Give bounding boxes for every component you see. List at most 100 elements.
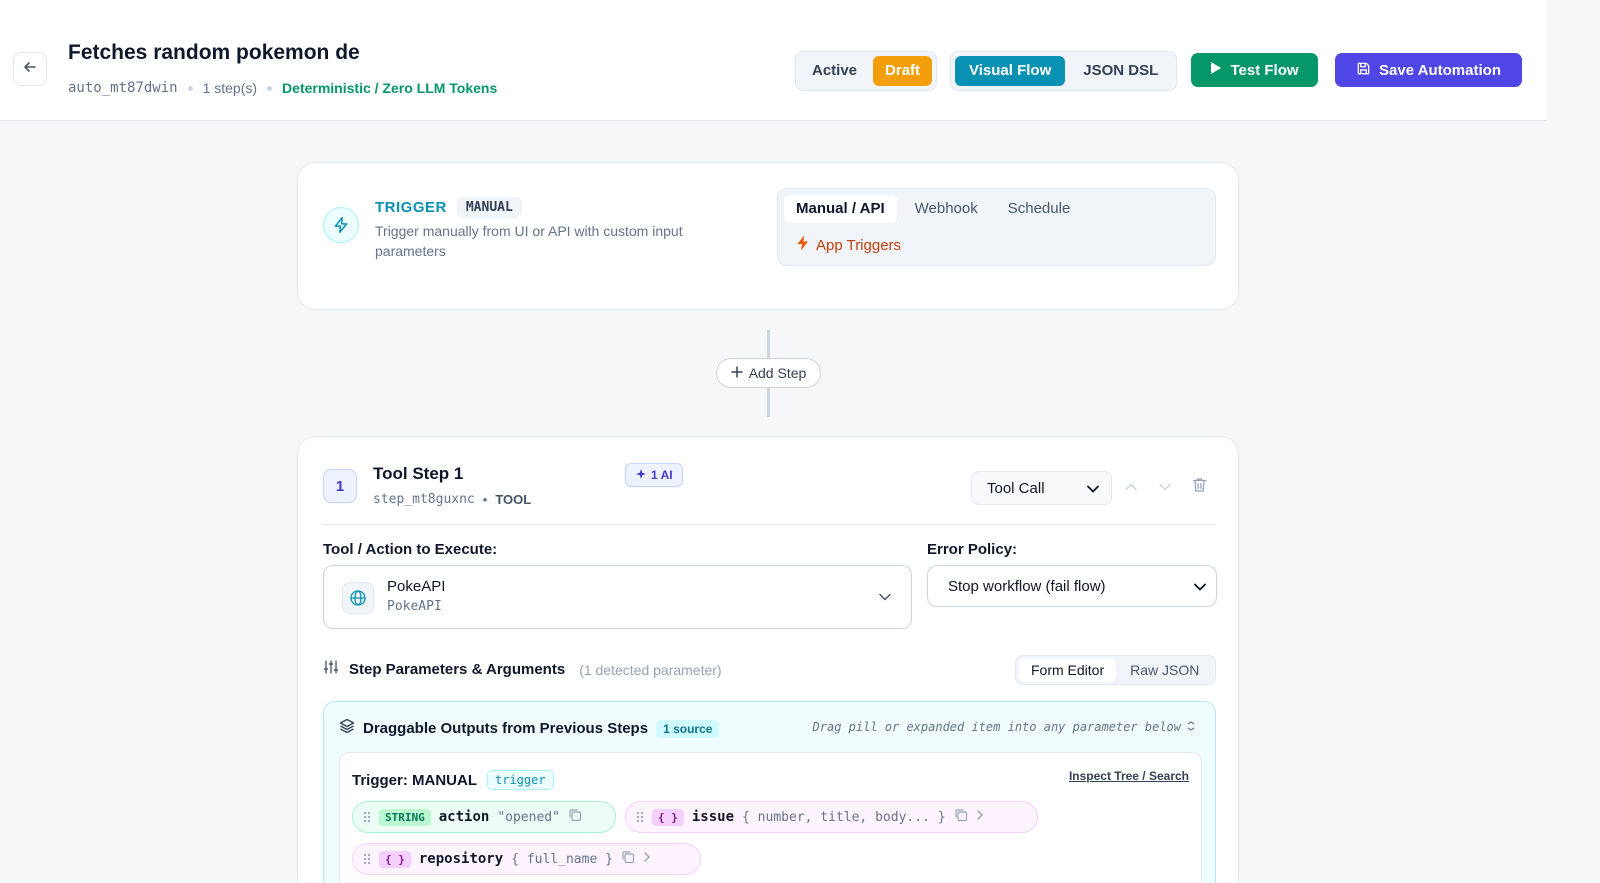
step-type-value: Tool Call xyxy=(987,479,1045,497)
tab-form-editor[interactable]: Form Editor xyxy=(1019,658,1117,682)
error-policy-label: Error Policy: xyxy=(927,541,1018,558)
move-down-button[interactable] xyxy=(1154,476,1176,498)
tool-field-label: Tool / Action to Execute: xyxy=(323,541,498,558)
drag-handle-icon[interactable] xyxy=(363,853,371,865)
move-up-button[interactable] xyxy=(1120,476,1142,498)
trigger-description: Trigger manually from UI or API with cus… xyxy=(375,223,683,259)
mode-note: Deterministic / Zero LLM Tokens xyxy=(282,80,498,96)
pill-name: action xyxy=(438,809,490,825)
lightning-icon xyxy=(796,235,810,255)
save-automation-label: Save Automation xyxy=(1379,61,1501,79)
step-type-select[interactable]: Tool Call xyxy=(971,471,1112,505)
editor-mode-toggle: Form Editor Raw JSON xyxy=(1015,655,1216,685)
trigger-type-badge: MANUAL xyxy=(456,197,522,218)
steps-count: 1 step(s) xyxy=(202,80,258,96)
globe-icon xyxy=(342,582,374,614)
error-policy-select[interactable]: Stop workflow (fail flow) xyxy=(927,565,1217,607)
inspect-tree-link[interactable]: Inspect Tree / Search xyxy=(1069,769,1189,783)
chevron-right-icon[interactable] xyxy=(643,850,651,868)
step-meta: step_mt8guxnc • TOOL xyxy=(373,492,531,507)
save-icon xyxy=(1356,61,1371,80)
add-step-label: Add Step xyxy=(748,365,807,381)
outputs-title: Draggable Outputs from Previous Steps xyxy=(363,720,649,737)
step-id: step_mt8guxnc xyxy=(373,492,475,507)
source-tag: trigger xyxy=(487,770,554,790)
chevron-down-icon xyxy=(879,588,891,606)
step-number: 1 xyxy=(323,469,357,503)
plus-icon xyxy=(730,365,743,381)
chevron-down-icon xyxy=(1087,480,1099,497)
pill-name: issue xyxy=(691,809,735,825)
tab-webhook[interactable]: Webhook xyxy=(903,195,990,223)
app-triggers-tab[interactable]: App Triggers xyxy=(796,235,901,255)
draggable-outputs-panel: Draggable Outputs from Previous Steps 1 … xyxy=(323,701,1216,883)
pill-type: STRING xyxy=(379,808,431,826)
tool-subtitle: PokeAPI xyxy=(387,599,442,614)
tab-schedule[interactable]: Schedule xyxy=(996,195,1083,223)
tab-manual-api[interactable]: Manual / API xyxy=(784,195,897,223)
play-icon xyxy=(1210,61,1222,79)
arrows-icon xyxy=(1187,720,1195,734)
trigger-heading: TRIGGER MANUAL xyxy=(375,197,522,218)
separator-dot xyxy=(267,85,273,91)
test-flow-button[interactable]: Test Flow xyxy=(1191,53,1318,87)
source-header: Trigger: MANUAL trigger xyxy=(352,770,554,790)
add-step-button[interactable]: Add Step xyxy=(716,358,821,388)
page-title[interactable]: Fetches random pokemon de xyxy=(68,41,374,65)
drag-hint-text: Drag pill or expanded item into any para… xyxy=(812,720,1181,734)
trigger-type-selector: Manual / API Webhook Schedule App Trigge… xyxy=(777,188,1216,266)
chevron-up-icon xyxy=(1125,478,1137,496)
tab-json-dsl[interactable]: JSON DSL xyxy=(1069,56,1172,86)
pill-value: { full_name } xyxy=(511,851,613,867)
delete-step-button[interactable] xyxy=(1188,476,1210,498)
chevron-down-icon xyxy=(1159,478,1171,496)
ai-badge: 1 AI xyxy=(625,463,683,487)
save-automation-button[interactable]: Save Automation xyxy=(1335,53,1522,87)
automation-meta: auto_mt87dwin 1 step(s) Deterministic / … xyxy=(68,80,497,96)
source-count-badge: 1 source xyxy=(656,719,720,738)
drag-handle-icon[interactable] xyxy=(363,811,371,823)
output-pill-issue[interactable]: { } issue { number, title, body... } xyxy=(625,801,1038,833)
chevron-right-icon[interactable] xyxy=(976,808,984,826)
divider xyxy=(323,524,1216,525)
tab-visual-flow[interactable]: Visual Flow xyxy=(955,56,1066,86)
copy-icon[interactable] xyxy=(954,808,968,827)
separator-dot: • xyxy=(482,492,488,507)
outputs-header: Draggable Outputs from Previous Steps 1 … xyxy=(339,718,720,739)
tab-raw-json[interactable]: Raw JSON xyxy=(1118,658,1211,682)
step-kind: TOOL xyxy=(495,492,532,507)
source-title: Trigger: MANUAL xyxy=(352,771,477,789)
copy-icon[interactable] xyxy=(621,850,635,869)
arrow-left-icon xyxy=(22,59,38,80)
status-draft-option[interactable]: Draft xyxy=(873,56,933,86)
output-pill-repository[interactable]: { } repository { full_name } xyxy=(352,843,701,875)
step-card: 1 Tool Step 1 step_mt8guxnc • TOOL 1 AI … xyxy=(297,436,1239,883)
app-triggers-label: App Triggers xyxy=(816,236,902,254)
copy-icon[interactable] xyxy=(568,808,582,827)
test-flow-label: Test Flow xyxy=(1230,61,1299,79)
ai-badge-label: 1 AI xyxy=(651,468,673,482)
step-title[interactable]: Tool Step 1 xyxy=(373,464,463,484)
pill-type: { } xyxy=(379,850,411,868)
pill-value: "opened" xyxy=(497,809,560,825)
params-title: Step Parameters & Arguments xyxy=(349,661,566,678)
top-header: Fetches random pokemon de auto_mt87dwin … xyxy=(0,0,1546,121)
sparkle-icon xyxy=(635,468,647,483)
chevron-down-icon xyxy=(1194,578,1206,595)
tool-name: PokeAPI xyxy=(387,578,446,595)
view-mode-toggle: Visual Flow JSON DSL xyxy=(950,51,1178,91)
back-button[interactable] xyxy=(13,52,47,86)
pill-name: repository xyxy=(418,851,504,867)
separator-dot xyxy=(187,85,193,91)
pill-value: { number, title, body... } xyxy=(742,809,946,825)
error-policy-value: Stop workflow (fail flow) xyxy=(948,577,1106,595)
tool-select[interactable]: PokeAPI PokeAPI xyxy=(323,565,912,629)
drag-handle-icon[interactable] xyxy=(636,811,644,823)
output-pill-action[interactable]: STRING action "opened" xyxy=(352,801,616,833)
params-count: (1 detected parameter) xyxy=(579,661,722,678)
status-active-option[interactable]: Active xyxy=(800,56,869,86)
drag-hint: Drag pill or expanded item into any para… xyxy=(813,720,1195,734)
lightning-icon xyxy=(323,207,359,243)
trigger-output-source: Trigger: MANUAL trigger Inspect Tree / S… xyxy=(339,752,1202,883)
trigger-card: TRIGGER MANUAL Trigger manually from UI … xyxy=(297,162,1239,310)
